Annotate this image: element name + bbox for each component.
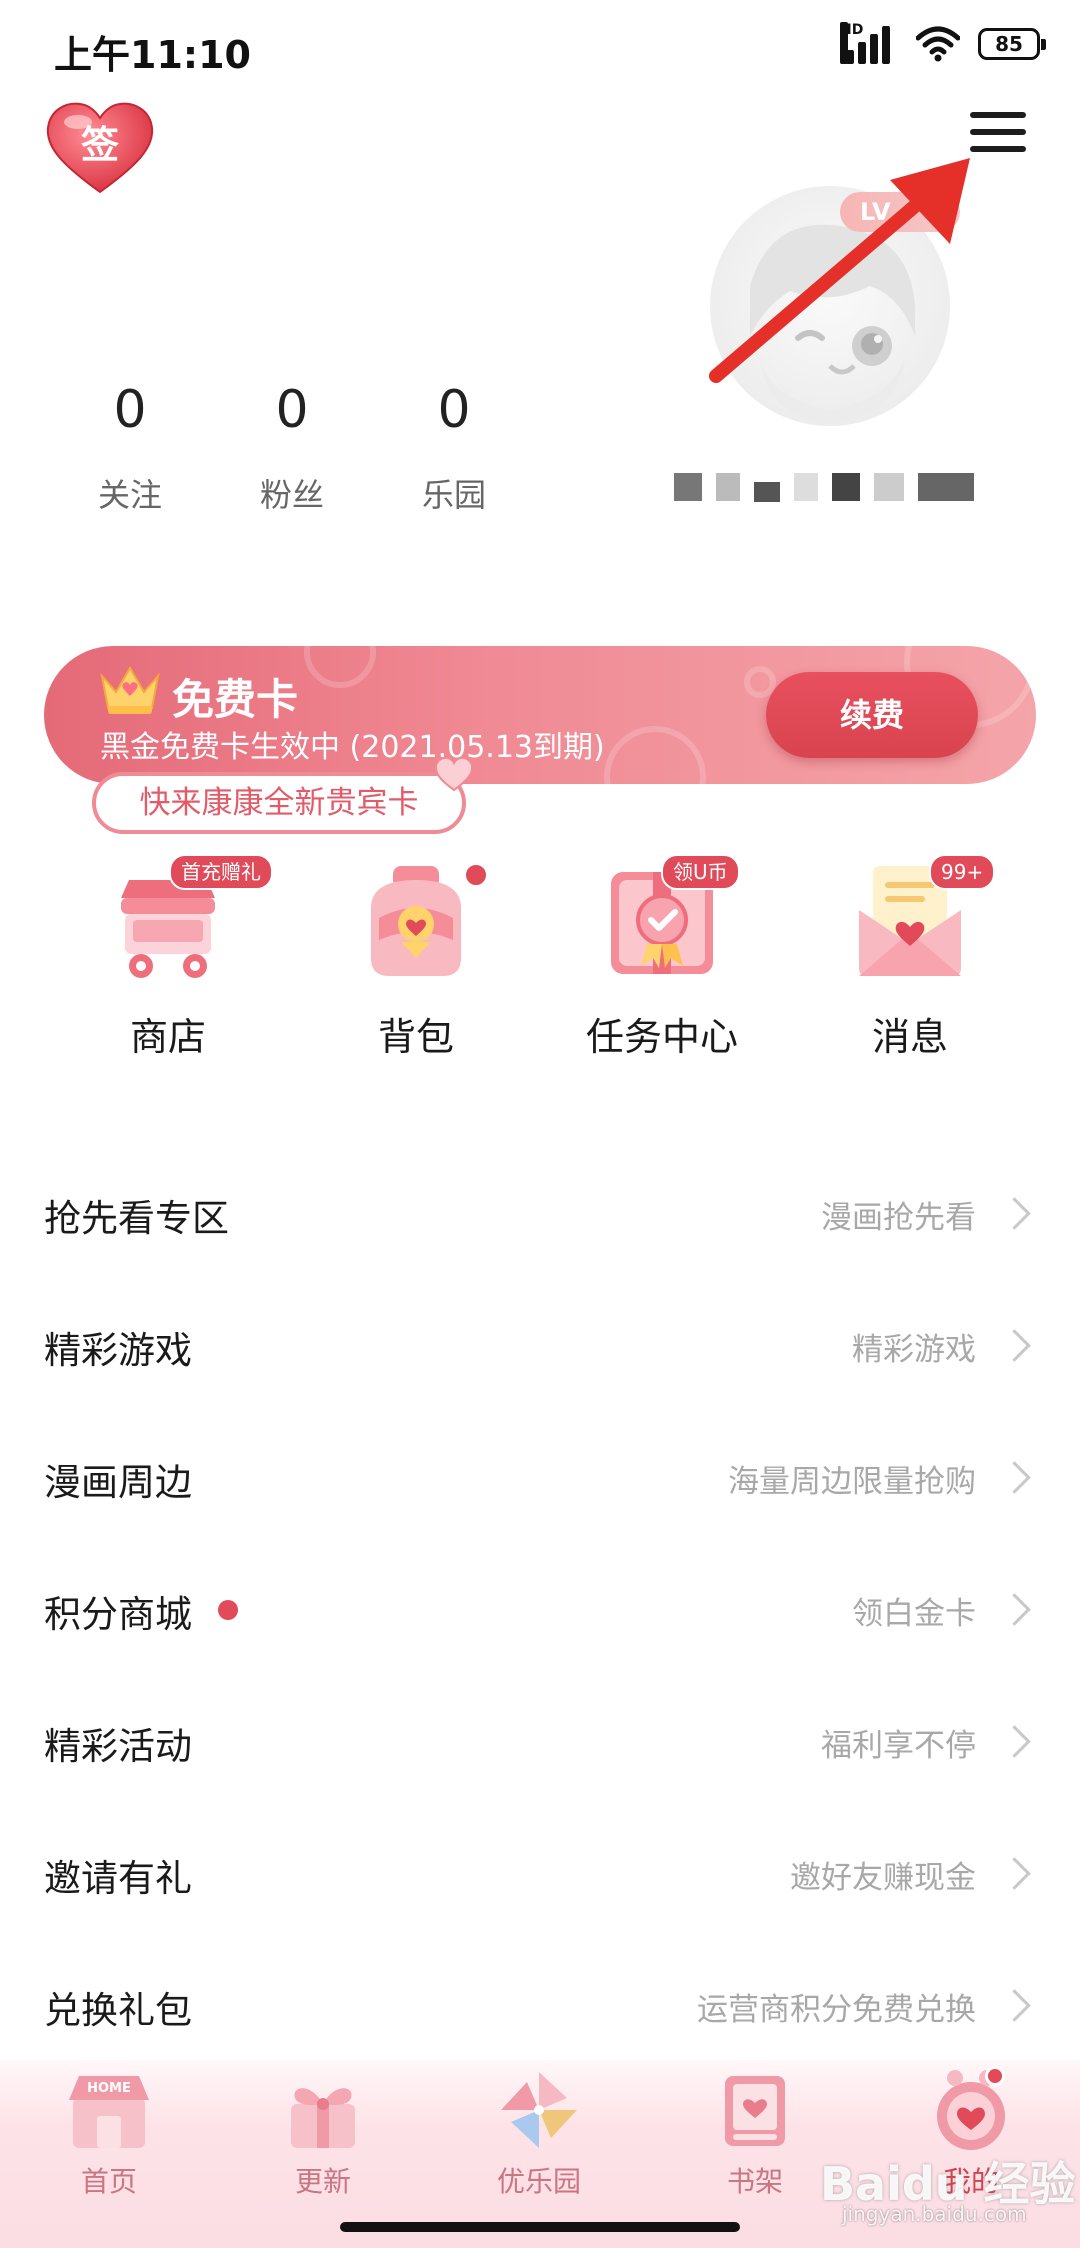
home-shop-icon: HOME	[69, 2076, 149, 2148]
username-blurred	[674, 470, 1014, 504]
chevron-right-icon	[998, 1197, 1031, 1230]
task-badge: 领U币	[661, 854, 740, 890]
nav-tab-label: 优乐园	[496, 2165, 581, 2198]
pinwheel-icon	[501, 2072, 577, 2148]
book-icon	[725, 2076, 785, 2146]
cellular-signal-icon: HD	[840, 22, 898, 64]
backpack-icon	[371, 866, 461, 976]
status-bar: 上午11:10 HD 85	[0, 0, 1080, 100]
stat-label: 乐园	[421, 476, 486, 514]
shop-badge: 首充赠礼	[169, 854, 273, 890]
nav-tab-updates[interactable]: 更新	[248, 2068, 398, 2200]
quick-action-shop[interactable]: 首充赠礼 商店	[78, 854, 273, 1061]
stat-value: 0	[113, 380, 147, 440]
nav-tab-label: 更新	[294, 2165, 351, 2198]
status-icons: HD 85	[840, 22, 1046, 64]
home-indicator[interactable]	[340, 2222, 740, 2232]
menu-row-early-access[interactable]: 抢先看专区 漫画抢先看	[0, 1144, 1080, 1276]
menu-row-events[interactable]: 精彩活动 福利享不停	[0, 1672, 1080, 1804]
gift-bow-icon	[291, 2088, 355, 2148]
menu-row-games[interactable]: 精彩游戏 精彩游戏	[0, 1276, 1080, 1408]
vip-card-subtitle: 黑金免费卡生效中 (2021.05.13到期)	[100, 730, 605, 765]
menu-row-title: 抢先看专区	[44, 1197, 229, 1240]
menu-row-subtitle: 漫画抢先看	[821, 1200, 976, 1236]
menu-row-title: 精彩游戏	[44, 1329, 192, 1372]
message-count-badge: 99+	[929, 854, 996, 890]
menu-row-subtitle: 福利享不停	[821, 1728, 976, 1764]
chevron-right-icon	[998, 1329, 1031, 1362]
mine-red-dot	[985, 2066, 1005, 2086]
quick-action-label: 背包	[377, 1015, 454, 1059]
menu-row-subtitle: 邀好友赚现金	[790, 1860, 976, 1896]
menu-row-subtitle: 海量周边限量抢购	[728, 1464, 976, 1500]
quick-action-label: 商店	[129, 1015, 206, 1059]
menu-row-subtitle: 运营商积分免费兑换	[697, 1992, 976, 2028]
quick-action-messages[interactable]: 99+ 消息	[820, 854, 1000, 1061]
checkin-label: 签	[81, 123, 119, 167]
menu-row-title: 积分商城	[44, 1593, 192, 1636]
nav-tab-label: 书架	[726, 2165, 783, 2198]
stat-followers[interactable]: 0 粉丝	[222, 380, 362, 516]
heart-checkin-icon: 签	[46, 102, 154, 194]
wifi-icon	[916, 26, 960, 62]
quick-action-label: 消息	[871, 1015, 948, 1059]
vip-card-title: 免费卡	[172, 675, 299, 724]
checkin-button[interactable]: 签	[44, 100, 156, 196]
menu-row-title: 邀请有礼	[44, 1857, 192, 1900]
stat-paradise[interactable]: 0 乐园	[384, 380, 524, 516]
chevron-right-icon	[998, 1461, 1031, 1494]
menu-row-invite[interactable]: 邀请有礼 邀好友赚现金	[0, 1804, 1080, 1936]
menu-row-redeem[interactable]: 兑换礼包 运营商积分免费兑换	[0, 1936, 1080, 2068]
heart-icon	[434, 756, 474, 792]
chevron-right-icon	[998, 1989, 1031, 2022]
quick-action-task-center[interactable]: 领U币 任务中心	[572, 854, 752, 1061]
menu-row-title: 漫画周边	[44, 1461, 192, 1504]
menu-row-title: 兑换礼包	[44, 1989, 192, 2032]
menu-row-subtitle: 领白金卡	[852, 1596, 976, 1632]
points-mall-red-dot	[218, 1600, 238, 1620]
stat-following[interactable]: 0 关注	[60, 380, 200, 516]
chevron-right-icon	[998, 1725, 1031, 1758]
status-time: 上午11:10	[54, 33, 251, 77]
annotation-arrow-icon	[709, 158, 970, 383]
chevron-right-icon	[998, 1857, 1031, 1890]
menu-row-merch[interactable]: 漫画周边 海量周边限量抢购	[0, 1408, 1080, 1540]
crown-icon	[100, 666, 160, 714]
nav-tab-label: 首页	[80, 2165, 137, 2198]
stat-value: 0	[437, 380, 471, 440]
battery-icon: 85	[978, 28, 1046, 60]
chevron-right-icon	[998, 1593, 1031, 1626]
quick-action-backpack[interactable]: 背包	[326, 858, 506, 1061]
nav-tab-bookshelf[interactable]: 书架	[680, 2068, 830, 2200]
watermark-url: jingyan.baidu.com	[842, 2202, 1027, 2226]
menu-row-points-mall[interactable]: 积分商城 领白金卡	[0, 1540, 1080, 1672]
stat-value: 0	[275, 380, 309, 440]
nav-tab-paradise[interactable]: 优乐园	[464, 2068, 614, 2200]
quick-action-label: 任务中心	[585, 1015, 738, 1059]
menu-row-subtitle: 精彩游戏	[852, 1332, 976, 1368]
menu-line-icon	[970, 129, 1026, 135]
renew-button[interactable]: 续费	[766, 672, 978, 758]
stat-label: 关注	[97, 476, 162, 514]
nav-tab-home[interactable]: HOME 首页	[34, 2068, 184, 2200]
menu-row-title: 精彩活动	[44, 1725, 192, 1768]
vip-tip-bubble[interactable]: 快来康康全新贵宾卡	[92, 772, 466, 834]
menu-line-icon	[970, 112, 1026, 118]
home-icon-text: HOME	[87, 2081, 131, 2096]
backpack-red-dot	[463, 862, 489, 888]
stat-label: 粉丝	[259, 476, 324, 514]
